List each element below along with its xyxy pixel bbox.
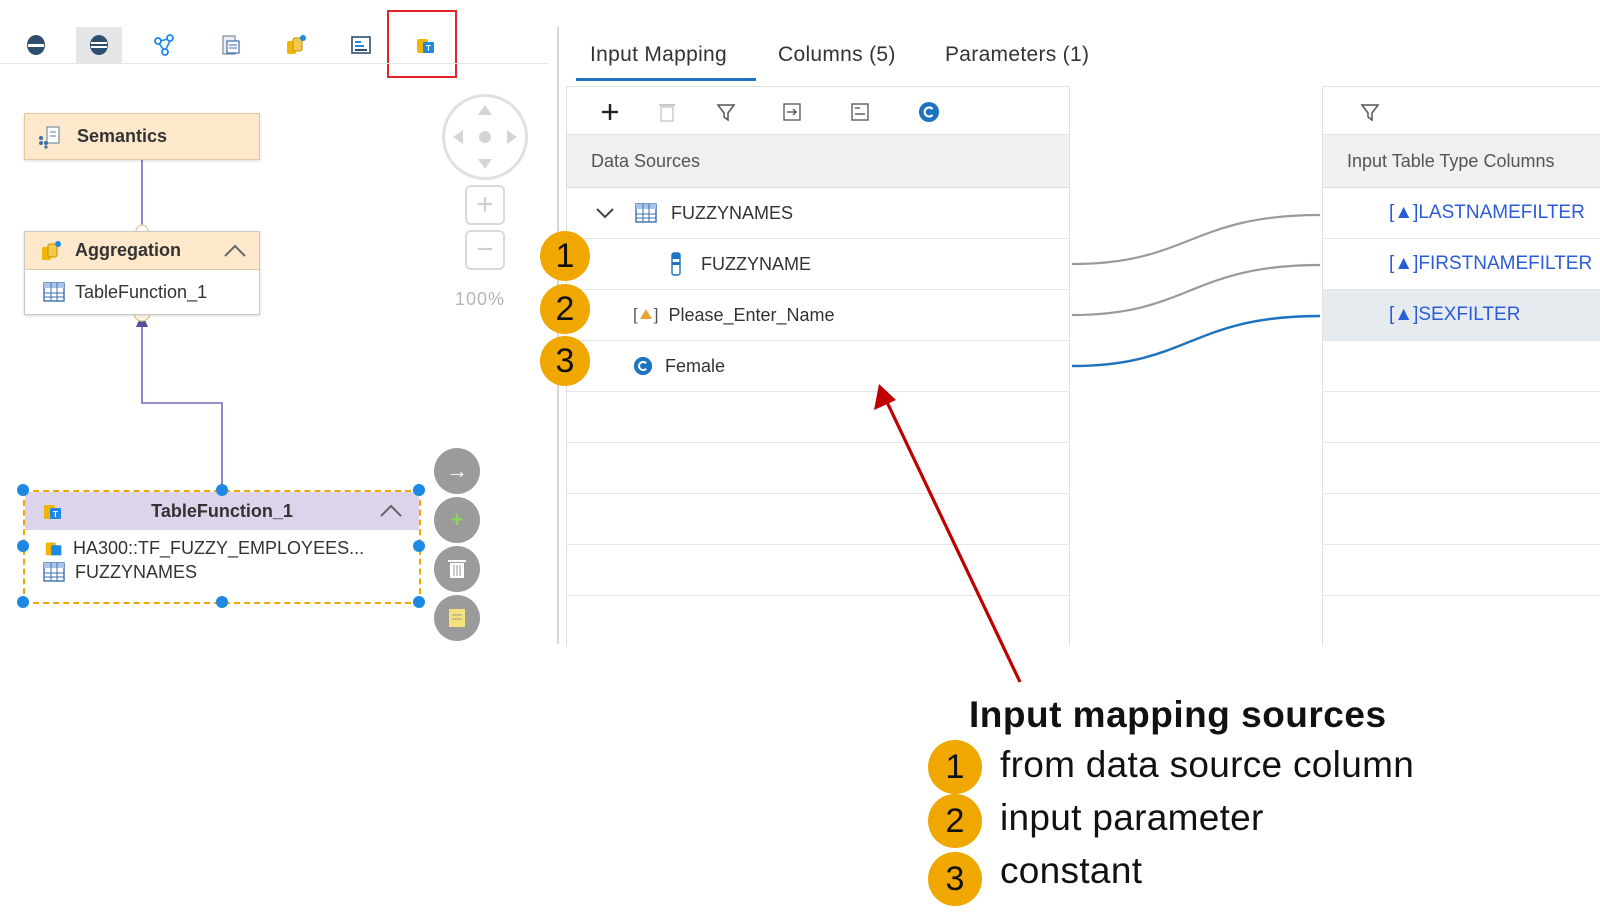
resize-handle[interactable] — [17, 540, 29, 552]
constant-icon[interactable] — [918, 101, 940, 123]
target-column-label: [▲]LASTNAMEFILTER — [1389, 202, 1585, 223]
source-group-label: FUZZYNAMES — [671, 202, 794, 223]
data-sources-toolbar — [600, 88, 940, 136]
empty-row — [1323, 494, 1600, 545]
tablefunction-source: HA300::TF_FUZZY_EMPLOYEES... — [73, 537, 365, 558]
source-constant-label: Female — [665, 355, 726, 376]
empty-row — [1323, 392, 1600, 443]
legend-item-2: input parameter — [1000, 797, 1264, 838]
table-icon — [43, 282, 65, 302]
mapping-line-constant — [1071, 314, 1321, 368]
target-column-row-selected[interactable]: [▲]SEXFILTER — [1323, 290, 1600, 341]
empty-row — [1323, 545, 1600, 596]
tablefunction-table: FUZZYNAMES — [75, 561, 198, 582]
legend-title: Input mapping sources — [969, 694, 1387, 735]
navigation-pad[interactable] — [442, 94, 528, 180]
delete-icon[interactable] — [658, 102, 676, 122]
aggregation-node[interactable]: Aggregation TableFunction_1 — [24, 231, 260, 315]
tab-parameters[interactable]: Parameters (1) — [945, 43, 1089, 67]
target-columns-toolbar — [1360, 88, 1380, 136]
collapse-icon[interactable] — [379, 504, 403, 518]
legend-item-1: from data source column — [1000, 744, 1415, 785]
callout-arrow — [874, 384, 1022, 683]
target-column-label: [▲]FIRSTNAMEFILTER — [1389, 253, 1593, 274]
data-sources-header: Data Sources — [567, 134, 1069, 188]
table-function-icon — [43, 537, 65, 559]
table-icon — [43, 562, 65, 582]
mapping-lines — [1071, 213, 1321, 368]
filter-icon[interactable] — [716, 102, 736, 122]
callout-badge-3: 3 — [540, 336, 590, 386]
parameter-icon: [] — [633, 305, 659, 324]
semantics-label: Semantics — [77, 126, 168, 146]
table-icon — [635, 203, 657, 223]
legend-badge-3: 3 — [928, 852, 982, 906]
connect-button[interactable]: → — [434, 448, 480, 494]
add-icon[interactable] — [600, 102, 620, 122]
resize-handle[interactable] — [216, 484, 228, 496]
semantics-node[interactable]: Semantics — [24, 113, 260, 160]
source-column-row[interactable]: FUZZYNAME — [567, 239, 1069, 290]
legend-item-3: constant — [1000, 850, 1143, 891]
mapping-line-column — [1071, 213, 1321, 266]
semantics-icon — [37, 125, 63, 149]
source-group-row[interactable]: FUZZYNAMES — [567, 188, 1069, 239]
zoom-in-button[interactable]: + — [465, 185, 505, 225]
source-parameter-label: Please_Enter_Name — [668, 304, 835, 325]
source-parameter-row[interactable]: [] Please_Enter_Name — [567, 290, 1069, 341]
svg-text:T: T — [53, 510, 58, 519]
column-icon — [671, 252, 681, 276]
tablefunction-label: TableFunction_1 — [151, 500, 293, 521]
legend-badge-1: 1 — [928, 740, 982, 794]
tab-input-mapping[interactable]: Input Mapping — [590, 43, 727, 67]
target-columns-header: Input Table Type Columns — [1323, 134, 1600, 188]
zoom-out-button[interactable]: − — [465, 230, 505, 270]
tablefunction-node[interactable]: T TableFunction_1 HA300::TF_FUZZY_EMPLOY… — [23, 490, 421, 604]
aggregation-label: Aggregation — [75, 240, 181, 260]
aggregation-node-icon — [37, 239, 65, 263]
resize-handle[interactable] — [413, 484, 425, 496]
target-column-row[interactable]: [▲]FIRSTNAMEFILTER — [1323, 239, 1600, 290]
collapse-all-icon[interactable] — [850, 102, 870, 122]
add-button[interactable]: + — [434, 497, 480, 543]
note-button[interactable] — [434, 595, 480, 641]
collapse-icon[interactable] — [223, 244, 247, 258]
tablefunction-table-row: FUZZYNAMES — [43, 560, 401, 584]
resize-handle[interactable] — [216, 596, 228, 608]
empty-row — [1323, 341, 1600, 392]
target-column-row[interactable]: [▲]LASTNAMEFILTER — [1323, 188, 1600, 239]
callout-badge-1: 1 — [540, 231, 590, 281]
resize-handle[interactable] — [17, 596, 29, 608]
callout-badge-2: 2 — [540, 284, 590, 334]
delete-button[interactable] — [434, 546, 480, 592]
zoom-level: 100% — [455, 289, 506, 309]
constant-icon — [633, 356, 653, 376]
tablefunction-source-row: HA300::TF_FUZZY_EMPLOYEES... — [43, 536, 401, 560]
tablefunction-node-icon: T — [41, 499, 65, 523]
resize-handle[interactable] — [413, 540, 425, 552]
filter-icon[interactable] — [1360, 102, 1380, 122]
chevron-down-icon[interactable] — [595, 206, 615, 220]
active-tab-indicator — [576, 78, 756, 81]
aggregation-child-label: TableFunction_1 — [75, 281, 208, 302]
resize-handle[interactable] — [17, 484, 29, 496]
resize-handle[interactable] — [413, 596, 425, 608]
tab-columns[interactable]: Columns (5) — [778, 43, 896, 67]
expand-all-icon[interactable] — [782, 102, 802, 122]
target-column-label: [▲]SEXFILTER — [1389, 304, 1521, 325]
empty-row — [1323, 443, 1600, 494]
legend-badge-2: 2 — [928, 794, 982, 848]
source-column-label: FUZZYNAME — [701, 253, 811, 274]
mapping-line-parameter — [1071, 263, 1321, 317]
